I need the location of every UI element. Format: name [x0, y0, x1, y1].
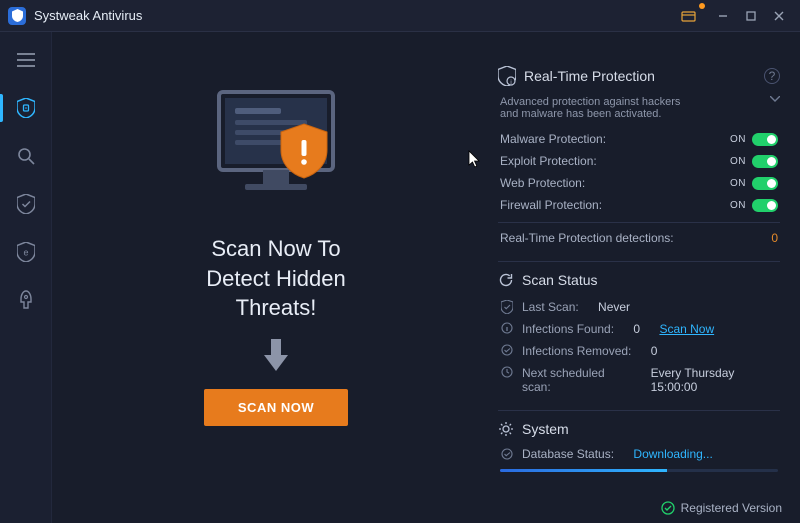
scan-now-button[interactable]: SCAN NOW: [204, 389, 348, 426]
check-circle-icon: [661, 501, 675, 515]
app-logo-icon: [8, 7, 26, 25]
headline-line: Detect Hidden: [206, 264, 345, 294]
next-scan-label: Next scheduled scan:: [522, 366, 631, 394]
shield-check-icon: [500, 300, 514, 314]
row-exploit-protection: Exploit Protection: ON: [498, 150, 780, 172]
info-icon: [500, 322, 514, 334]
headline-line: Threats!: [206, 293, 345, 323]
row-malware-protection: Malware Protection: ON: [498, 128, 780, 150]
minimize-button[interactable]: [710, 5, 736, 27]
status-panel: i Real-Time Protection ? Advanced protec…: [498, 56, 780, 513]
clock-icon: [500, 366, 514, 378]
last-scan-label: Last Scan:: [522, 300, 579, 314]
svg-text:e: e: [23, 248, 28, 258]
arrow-down-icon: [261, 337, 291, 373]
check-circle-icon: [500, 344, 514, 356]
section-title: System: [522, 421, 569, 437]
protection-label: Web Protection:: [500, 176, 585, 190]
check-circle-icon: [500, 448, 514, 460]
infections-removed-value: 0: [651, 344, 658, 358]
footer-status: Registered Version: [661, 501, 782, 515]
maximize-button[interactable]: [738, 5, 764, 27]
section-title: Scan Status: [522, 272, 598, 288]
toggle-malware[interactable]: [752, 133, 778, 146]
sidebar-item-quarantine[interactable]: e: [0, 230, 52, 274]
help-icon[interactable]: ?: [764, 68, 780, 84]
sidebar-item-boost[interactable]: [0, 278, 52, 322]
scan-hero: Scan Now To Detect Hidden Threats! SCAN …: [72, 56, 480, 513]
section-system: System Database Status: Downloading...: [498, 411, 780, 478]
last-scan-value: Never: [598, 300, 630, 314]
menu-button[interactable]: [0, 38, 52, 82]
toggle-exploit[interactable]: [752, 155, 778, 168]
section-scan-status: Scan Status Last Scan: Never Infections …: [498, 262, 780, 411]
svg-text:i: i: [510, 80, 511, 86]
headline-line: Scan Now To: [206, 234, 345, 264]
infections-found-label: Infections Found:: [522, 322, 614, 336]
database-status-label: Database Status:: [522, 447, 614, 461]
scan-headline: Scan Now To Detect Hidden Threats!: [206, 234, 345, 323]
monitor-illustration: [201, 84, 351, 214]
refresh-icon: [498, 272, 514, 288]
app-title: Systweak Antivirus: [34, 8, 142, 23]
row-firewall-protection: Firewall Protection: ON: [498, 194, 780, 216]
protection-label: Firewall Protection:: [500, 198, 602, 212]
sidebar-item-scan[interactable]: [0, 134, 52, 178]
download-progress: [500, 469, 778, 472]
detections-label: Real-Time Protection detections:: [500, 231, 674, 245]
scan-now-link[interactable]: Scan Now: [659, 322, 714, 336]
section-title: Real-Time Protection: [524, 68, 655, 84]
sidebar: e: [0, 32, 52, 523]
toggle-firewall[interactable]: [752, 199, 778, 212]
close-button[interactable]: [766, 5, 792, 27]
infections-removed-label: Infections Removed:: [522, 344, 631, 358]
sidebar-item-home[interactable]: [0, 86, 52, 130]
protection-label: Malware Protection:: [500, 132, 606, 146]
rtp-description: Advanced protection against hackers and …: [500, 96, 680, 120]
next-scan-value: Every Thursday 15:00:00: [651, 366, 778, 394]
infections-found-value: 0: [633, 322, 640, 336]
toggle-web[interactable]: [752, 177, 778, 190]
main-content: Scan Now To Detect Hidden Threats! SCAN …: [52, 32, 800, 523]
chevron-down-icon[interactable]: [770, 96, 780, 102]
gear-icon: [498, 421, 514, 437]
title-bar: Systweak Antivirus: [0, 0, 800, 32]
shield-info-icon: i: [498, 66, 516, 86]
row-web-protection: Web Protection: ON: [498, 172, 780, 194]
detections-count: 0: [771, 231, 778, 245]
protection-label: Exploit Protection:: [500, 154, 597, 168]
sidebar-item-protection[interactable]: [0, 182, 52, 226]
database-status-value: Downloading...: [633, 447, 712, 461]
store-icon[interactable]: [676, 5, 702, 27]
registered-label: Registered Version: [681, 501, 782, 515]
section-realtime: i Real-Time Protection ? Advanced protec…: [498, 56, 780, 262]
